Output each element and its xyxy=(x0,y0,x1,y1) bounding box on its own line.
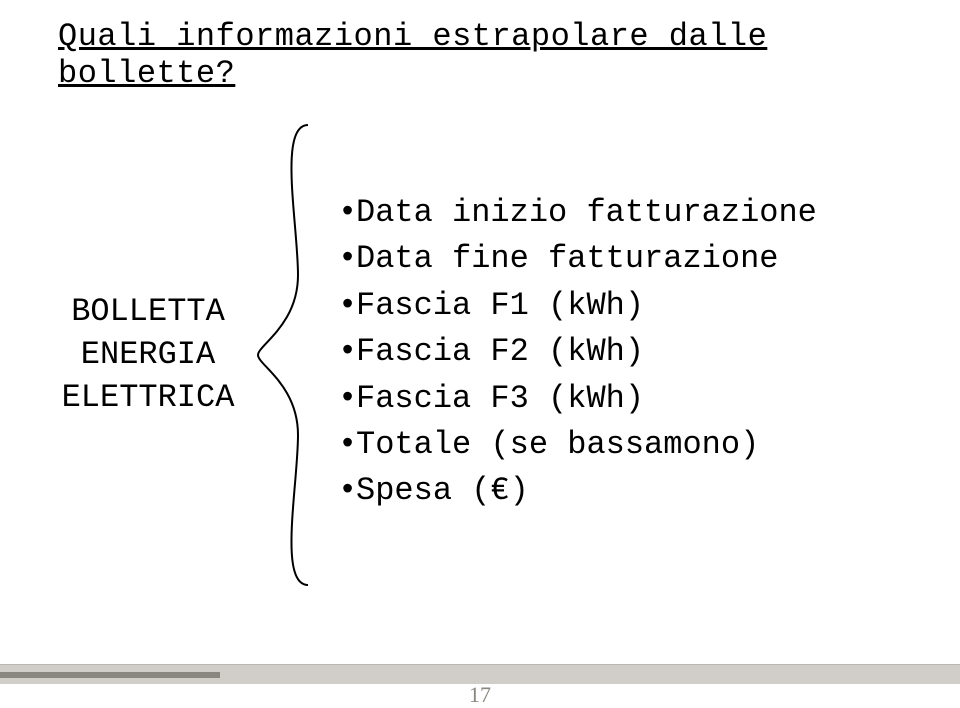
slide-title: Quali informazioni estrapolare dalle bol… xyxy=(58,18,960,92)
list-item: Totale (se bassamono) xyxy=(338,422,817,468)
page-number: 17 xyxy=(0,682,960,708)
list-item: Fascia F2 (kWh) xyxy=(338,329,817,375)
category-label-line: BOLLETTA xyxy=(48,290,248,333)
footer-bar xyxy=(0,664,960,684)
list-item: Data fine fatturazione xyxy=(338,236,817,282)
list-item: Fascia F3 (kWh) xyxy=(338,376,817,422)
footer-accent xyxy=(0,672,220,678)
slide: Quali informazioni estrapolare dalle bol… xyxy=(0,0,960,708)
category-label-line: ELETTRICA xyxy=(48,376,248,419)
category-label-line: ENERGIA xyxy=(48,333,248,376)
list-item: Data inizio fatturazione xyxy=(338,190,817,236)
brace-icon xyxy=(248,115,328,595)
list-item: Spesa (€) xyxy=(338,468,817,514)
category-label: BOLLETTA ENERGIA ELETTRICA xyxy=(48,290,248,420)
bullet-list: Data inizio fatturazione Data fine fattu… xyxy=(338,190,817,515)
list-item: Fascia F1 (kWh) xyxy=(338,283,817,329)
